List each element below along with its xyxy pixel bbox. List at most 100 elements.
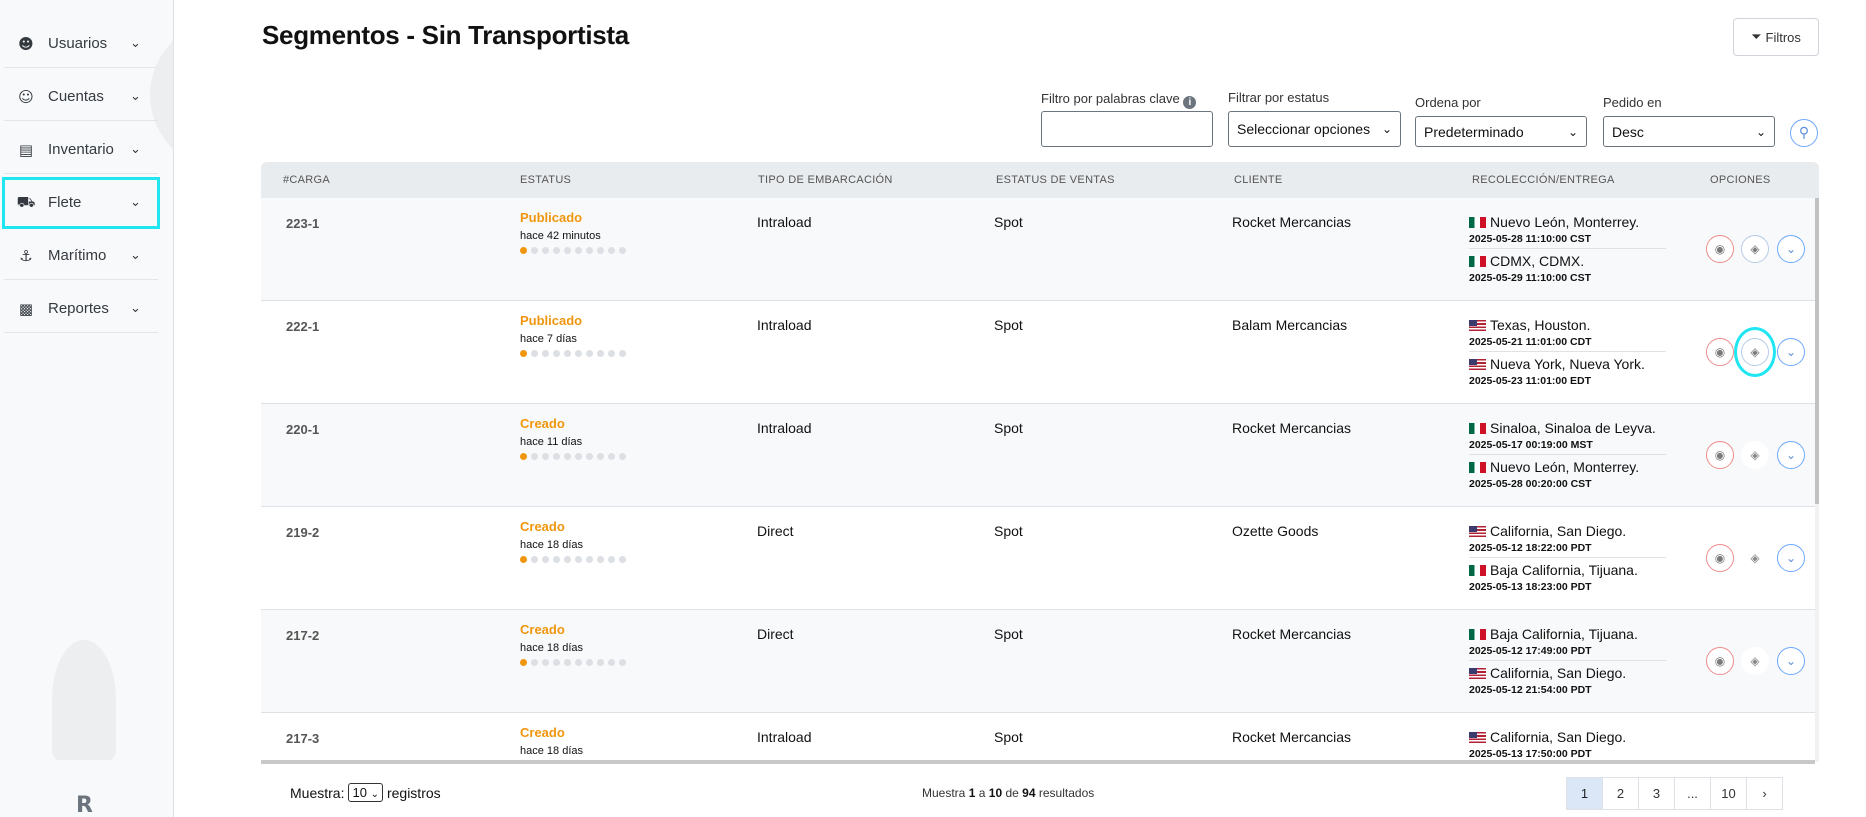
sort-select[interactable]: Predeterminado ⌄ <box>1415 116 1587 147</box>
shipment-type: Intraload <box>757 317 812 333</box>
progress-dot <box>608 247 615 254</box>
brand-logo: R <box>76 793 93 817</box>
search-icon: ⚲ <box>1798 125 1810 141</box>
sidebar-item-inventario[interactable]: ▤ Inventario ⌄ <box>4 126 158 174</box>
progress-dot <box>520 350 527 357</box>
status-filter-value: Seleccionar opciones <box>1237 121 1371 137</box>
mexico-flag-icon <box>1469 216 1486 228</box>
sidebar-item-label: Reportes <box>48 300 109 317</box>
vertical-scrollbar-thumb[interactable] <box>1815 198 1819 504</box>
pickup-timestamp: 2025-05-12 17:49:00 PDT <box>1469 645 1666 661</box>
column-header: RECOLECCIÓN/ENTREGA <box>1472 174 1615 186</box>
search-button[interactable]: ⚲ <box>1790 119 1818 147</box>
mexico-flag-icon <box>1469 255 1486 267</box>
progress-dot <box>619 453 626 460</box>
progress-dot <box>564 453 571 460</box>
pickup-timestamp: 2025-05-17 00:19:00 MST <box>1469 439 1666 455</box>
carga-id[interactable]: 222-1 <box>286 319 319 334</box>
carga-id[interactable]: 217-2 <box>286 628 319 643</box>
progress-dot <box>531 556 538 563</box>
view-button[interactable]: ◉ <box>1706 338 1734 366</box>
carga-id[interactable]: 219-2 <box>286 525 319 540</box>
page-2[interactable]: 2 <box>1602 777 1639 810</box>
page-size-select[interactable]: 10 ⌄ <box>348 783 383 802</box>
page-1[interactable]: 1 <box>1566 777 1603 810</box>
status-cell: Creado hace 18 días <box>520 622 626 666</box>
view-button[interactable]: ◉ <box>1706 441 1734 469</box>
page-3[interactable]: 3 <box>1638 777 1675 810</box>
sidebar-item-maritimo[interactable]: ⚓ Marítimo ⌄ <box>4 232 158 280</box>
filters-button[interactable]: ⏷ Filtros <box>1733 18 1819 56</box>
progress-dot <box>597 453 604 460</box>
pickup-location-text: Texas, Houston. <box>1490 317 1591 333</box>
sales-status: Spot <box>994 214 1023 230</box>
expand-button[interactable]: ⌄ <box>1777 647 1805 675</box>
progress-dot <box>619 659 626 666</box>
view-button[interactable]: ◉ <box>1706 647 1734 675</box>
pickup-location: California, San Diego. <box>1469 523 1666 539</box>
delivery-timestamp: 2025-05-23 11:01:00 EDT <box>1469 375 1591 387</box>
carga-id[interactable]: 220-1 <box>286 422 319 437</box>
progress-dot <box>575 453 582 460</box>
table-header: #CARGA ESTATUS TIPO DE EMBARCACIÓN ESTAT… <box>261 162 1819 198</box>
info-icon[interactable]: i <box>1183 96 1197 109</box>
sidebar-item-label: Usuarios <box>48 35 108 52</box>
usa-flag-icon <box>1469 667 1486 679</box>
status-time-ago: hace 42 minutos <box>520 230 601 242</box>
status-cell: Creado hace 18 días <box>520 725 583 757</box>
page-10[interactable]: 10 <box>1710 777 1747 810</box>
chevron-down-icon: ⌄ <box>1755 124 1766 139</box>
view-button[interactable]: ◉ <box>1706 544 1734 572</box>
status-time-ago: hace 18 días <box>520 539 583 551</box>
progress-dot <box>553 659 560 666</box>
tag-button[interactable]: ◈ <box>1741 544 1769 572</box>
sidebar-item-flete[interactable]: ⛟ Flete ⌄ <box>2 177 160 229</box>
table-row: 217-3 Creado hace 18 días Intraload Spot… <box>261 713 1815 762</box>
tag-button[interactable]: ◈ <box>1741 647 1769 675</box>
usa-flag-icon <box>1469 731 1486 743</box>
next-page-button[interactable]: › <box>1746 777 1783 810</box>
sales-status: Spot <box>994 420 1023 436</box>
pickup-location: Sinaloa, Sinaloa de Leyva. <box>1469 420 1666 436</box>
keyword-search-input[interactable] <box>1041 111 1213 147</box>
pickup-location: California, San Diego. <box>1469 729 1626 745</box>
carga-id[interactable]: 217-3 <box>286 731 319 746</box>
expand-button[interactable]: ⌄ <box>1777 441 1805 469</box>
chevron-down-icon: ⌄ <box>1381 122 1392 136</box>
sidebar-item-usuarios[interactable]: ☻ Usuarios ⌄ <box>4 20 158 68</box>
carga-id[interactable]: 223-1 <box>286 216 319 231</box>
delivery-timestamp: 2025-05-13 18:23:00 PDT <box>1469 581 1592 593</box>
progress-dot <box>553 247 560 254</box>
chevron-down-icon: ⌄ <box>370 789 379 800</box>
tag-button[interactable]: ◈ <box>1741 441 1769 469</box>
sidebar-item-cuentas[interactable]: ☺ Cuentas ⌄ <box>4 73 158 121</box>
expand-button[interactable]: ⌄ <box>1777 235 1805 263</box>
expand-button[interactable]: ⌄ <box>1777 338 1805 366</box>
progress-dot <box>608 659 615 666</box>
double-chevron-down-icon: ⌄ <box>1785 242 1797 256</box>
order-select[interactable]: Desc ⌄ <box>1603 116 1775 147</box>
view-button[interactable]: ◉ <box>1706 235 1734 263</box>
status-time-ago: hace 18 días <box>520 745 583 757</box>
shipment-type: Direct <box>757 523 794 539</box>
pickup-location-text: California, San Diego. <box>1490 523 1627 539</box>
summary-total: 94 <box>1022 786 1036 800</box>
status-progress <box>520 350 626 357</box>
usa-flag-icon <box>1469 358 1486 370</box>
sidebar-item-label: Inventario <box>48 141 114 158</box>
status-filter-select[interactable]: Seleccionar opciones ⌄ <box>1228 111 1401 147</box>
sidebar-item-reportes[interactable]: ▩ Reportes ⌄ <box>4 285 158 333</box>
pickup-location: Baja California, Tijuana. <box>1469 626 1666 642</box>
client-name: Balam Mercancias <box>1232 317 1348 333</box>
table-row: 220-1 Creado hace 11 días Intraload Spot… <box>261 404 1815 507</box>
status-progress <box>520 556 626 563</box>
results-summary: Muestra 1 a 10 de 94 resultados <box>922 786 1094 800</box>
tag-button[interactable]: ◈ <box>1741 235 1769 263</box>
status-label: Creado <box>520 725 565 740</box>
progress-dot <box>586 453 593 460</box>
expand-button[interactable]: ⌄ <box>1777 544 1805 572</box>
horizontal-scrollbar[interactable] <box>261 760 1815 764</box>
progress-dot <box>575 659 582 666</box>
pickup-location: Nuevo León, Monterrey. <box>1469 214 1666 230</box>
status-progress <box>520 453 626 460</box>
